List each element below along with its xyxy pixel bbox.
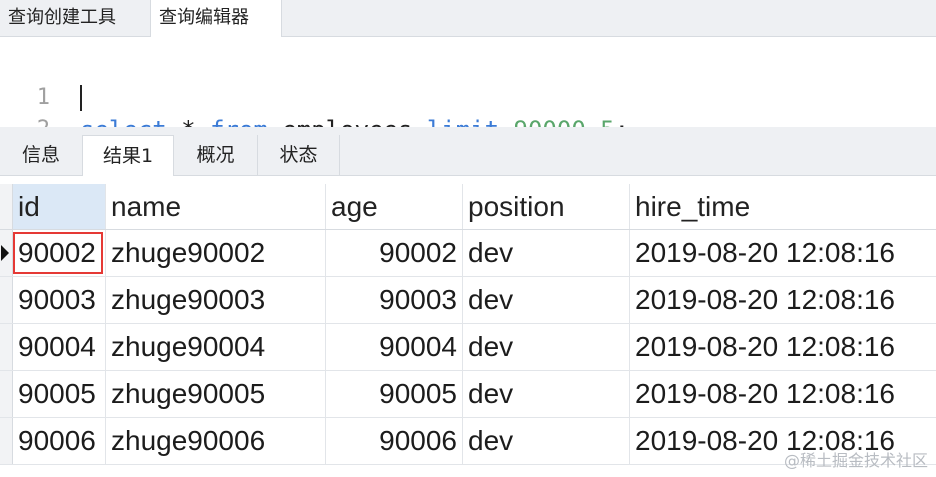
column-header-id[interactable]: id	[13, 184, 106, 229]
cell-hire-time[interactable]: 2019-08-20 12:08:16	[630, 324, 936, 370]
cell-id[interactable]: 90005	[13, 371, 106, 417]
editor-tab-bar: 查询创建工具 查询编辑器	[0, 0, 936, 37]
cell-age[interactable]: 90002	[326, 230, 463, 276]
cell-position[interactable]: dev	[463, 324, 630, 370]
cell-age[interactable]: 90005	[326, 371, 463, 417]
sql-editor[interactable]: 1 select * from employees limit 90000,5;…	[0, 37, 936, 144]
cell-name[interactable]: zhuge90002	[106, 230, 326, 276]
cell-age[interactable]: 90006	[326, 418, 463, 464]
row-indicator	[0, 371, 13, 417]
cell-age[interactable]: 90004	[326, 324, 463, 370]
row-indicator	[0, 418, 13, 464]
tab-status[interactable]: 状态	[258, 135, 340, 175]
cell-hire-time[interactable]: 2019-08-20 12:08:16	[630, 371, 936, 417]
tab-info[interactable]: 信息	[0, 135, 82, 175]
cell-id[interactable]: 90006	[13, 418, 106, 464]
text-caret	[80, 85, 82, 111]
cell-hire-time[interactable]: 2019-08-20 12:08:16	[630, 230, 936, 276]
row-indicator	[0, 324, 13, 370]
app-window: 查询创建工具 查询编辑器 1 select * from employees l…	[0, 0, 936, 477]
row-indicator	[0, 277, 13, 323]
cell-name[interactable]: zhuge90006	[106, 418, 326, 464]
cell-position[interactable]: dev	[463, 418, 630, 464]
table-row[interactable]: 90002 zhuge90002 90002 dev 2019-08-20 12…	[0, 230, 936, 277]
cell-age[interactable]: 90003	[326, 277, 463, 323]
grid-header-row: id name age position hire_time	[0, 184, 936, 230]
watermark: @稀土掘金技术社区	[783, 451, 928, 470]
tab-result-1[interactable]: 结果1	[82, 135, 174, 176]
tab-query-editor[interactable]: 查询编辑器	[150, 0, 282, 37]
cell-hire-time[interactable]: 2019-08-20 12:08:16	[630, 277, 936, 323]
result-grid: id name age position hire_time 90002 zhu…	[0, 180, 936, 465]
cell-id[interactable]: 90003	[13, 277, 106, 323]
table-row[interactable]: 90005 zhuge90005 90005 dev 2019-08-20 12…	[0, 371, 936, 418]
table-row[interactable]: 90003 zhuge90003 90003 dev 2019-08-20 12…	[0, 277, 936, 324]
cell-position[interactable]: dev	[463, 230, 630, 276]
table-row[interactable]: 90004 zhuge90004 90004 dev 2019-08-20 12…	[0, 324, 936, 371]
tab-profile[interactable]: 概况	[174, 135, 258, 175]
cell-id[interactable]: 90002	[13, 230, 106, 276]
row-indicator	[0, 230, 13, 276]
result-tab-bar: 信息 结果1 概况 状态	[0, 127, 936, 176]
tab-query-builder[interactable]: 查询创建工具	[0, 0, 150, 36]
column-header-name[interactable]: name	[106, 184, 326, 229]
current-row-arrow-icon	[1, 245, 9, 261]
cell-id[interactable]: 90004	[13, 324, 106, 370]
cell-name[interactable]: zhuge90004	[106, 324, 326, 370]
column-header-age[interactable]: age	[326, 184, 463, 229]
column-header-position[interactable]: position	[463, 184, 630, 229]
cell-name[interactable]: zhuge90005	[106, 371, 326, 417]
column-header-hire-time[interactable]: hire_time	[630, 184, 936, 229]
cell-name[interactable]: zhuge90003	[106, 277, 326, 323]
cell-position[interactable]: dev	[463, 371, 630, 417]
editor-line: 2	[0, 82, 87, 142]
cell-position[interactable]: dev	[463, 277, 630, 323]
editor-line: 1 select * from employees limit 90000,5;	[0, 50, 629, 144]
row-indicator	[0, 184, 13, 229]
